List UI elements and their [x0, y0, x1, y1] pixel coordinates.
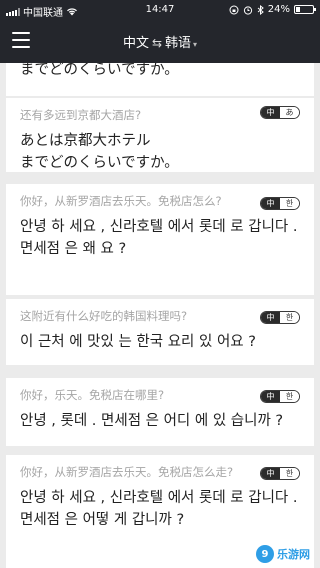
watermark-text: 乐游网: [277, 548, 310, 561]
app-header: 中文 ⇆ 韩语 ▾: [0, 20, 320, 63]
battery-level: [296, 7, 300, 12]
language-badge[interactable]: 中 한: [260, 311, 300, 324]
badge-source-lang: 中: [261, 468, 280, 479]
source-text: 你好，从新罗酒店去乐天。免税店怎么?: [20, 194, 222, 208]
badge-source-lang: 中: [261, 312, 280, 323]
badge-source-lang: 中: [261, 391, 280, 402]
battery-percent: 24%: [267, 4, 290, 15]
swap-language-icon[interactable]: ⇆: [152, 36, 162, 50]
badge-source-lang: 中: [261, 198, 280, 209]
language-badge[interactable]: 中 あ: [260, 106, 300, 119]
watermark-logo-icon: 9: [256, 545, 274, 563]
bluetooth-icon: [257, 4, 264, 15]
translation-text: までどのくらいですか。: [20, 63, 179, 78]
badge-target-lang: あ: [280, 107, 299, 118]
status-bar: 中国联通 14:47 24%: [0, 0, 320, 20]
translation-card[interactable]: までどのくらいですか。: [6, 63, 314, 96]
chevron-down-icon[interactable]: ▾: [193, 40, 197, 49]
translation-card[interactable]: 你好，乐天。免税店在哪里? 中 한 안녕 , 롯데 . 면세점 은 어디 에 있…: [6, 378, 314, 446]
source-text: 你好，从新罗酒店去乐天。免税店怎么走?: [20, 465, 234, 479]
badge-source-lang: 中: [261, 107, 280, 118]
translation-card[interactable]: 还有多远到京都大酒店? 中 あ あとは京都大ホテル までどのくらいですか。: [6, 98, 314, 172]
target-language[interactable]: 韩语: [165, 36, 191, 51]
badge-target-lang: 한: [280, 312, 299, 323]
source-text: 这附近有什么好吃的韩国料理吗?: [20, 309, 188, 323]
battery-icon: [294, 5, 316, 14]
translation-text: 이 근처 에 맛있 는 한국 요리 있 어요 ?: [20, 334, 256, 350]
status-right: 24%: [229, 4, 316, 15]
alarm-icon: [243, 5, 252, 15]
language-badge[interactable]: 中 한: [260, 197, 300, 210]
translation-text: 안녕 하 세요 , 신라호텔 에서 롯데 로 갑니다 . 면세점 은 어떻 게 …: [20, 490, 298, 528]
translation-list: までどのくらいですか。 还有多远到京都大酒店? 中 あ あとは京都大ホテル まで…: [0, 63, 320, 568]
translation-text: 안녕 , 롯데 . 면세점 은 어디 에 있 습니까 ?: [20, 413, 284, 429]
translation-card[interactable]: 你好，从新罗酒店去乐天。免税店怎么? 中 한 안녕 하 세요 , 신라호텔 에서…: [6, 184, 314, 295]
badge-target-lang: 한: [280, 198, 299, 209]
badge-target-lang: 한: [280, 468, 299, 479]
badge-target-lang: 한: [280, 391, 299, 402]
language-badge[interactable]: 中 한: [260, 467, 300, 480]
translation-text: 안녕 하 세요 , 신라호텔 에서 롯데 로 갑니다 . 면세점 은 왜 요 ?: [20, 219, 298, 257]
site-watermark: 9 乐游网: [256, 544, 314, 564]
translation-card[interactable]: 这附近有什么好吃的韩国料理吗? 中 한 이 근처 에 맛있 는 한국 요리 있 …: [6, 299, 314, 365]
source-language[interactable]: 中文: [123, 36, 149, 51]
translation-text: あとは京都大ホテル までどのくらいですか。: [20, 133, 179, 171]
source-text: 还有多远到京都大酒店?: [20, 108, 142, 122]
rotation-lock-icon: [229, 5, 239, 14]
language-badge[interactable]: 中 한: [260, 390, 300, 403]
source-text: 你好，乐天。免税店在哪里?: [20, 388, 165, 402]
language-selector[interactable]: 中文 ⇆ 韩语 ▾: [0, 32, 320, 51]
